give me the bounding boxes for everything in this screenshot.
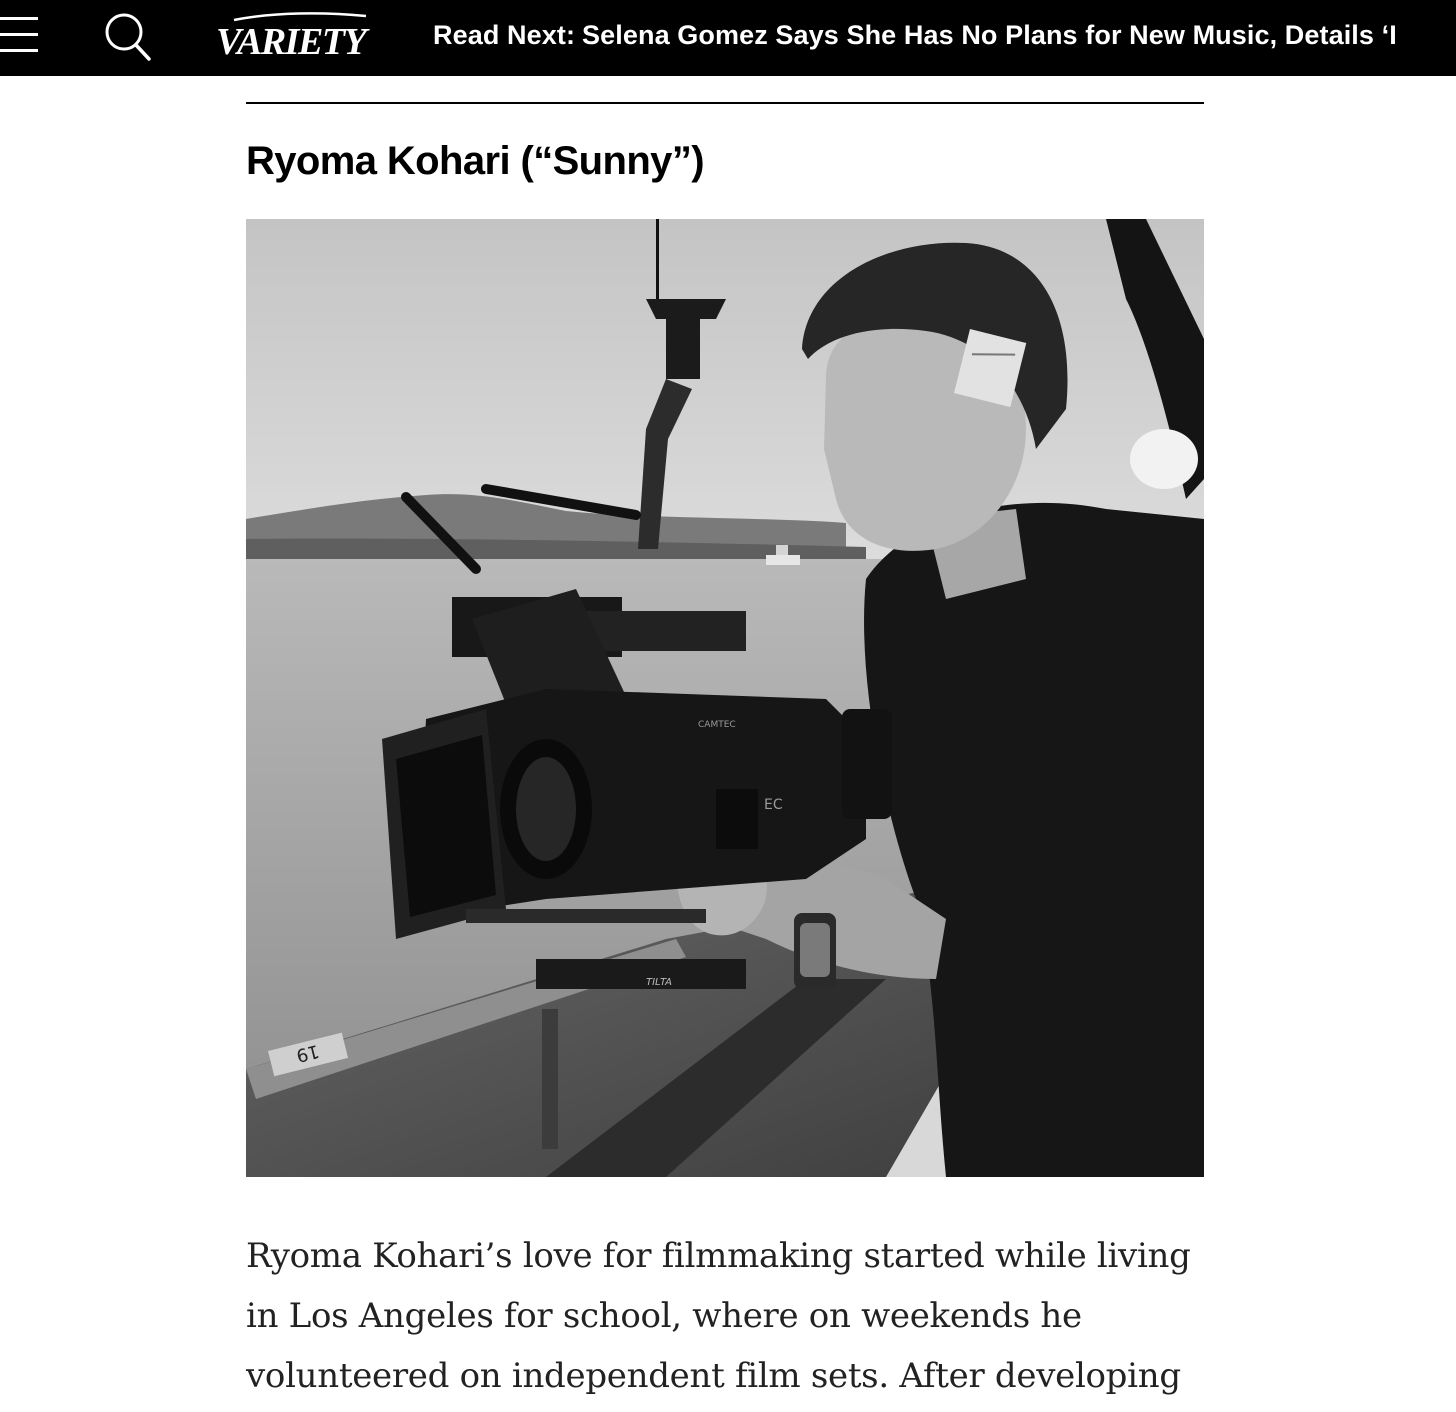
read-next-headline-link[interactable]: Selena Gomez Says She Has No Plans for N…: [582, 20, 1397, 50]
read-next-label: Read Next:: [433, 20, 576, 50]
photo-camera-marking: CAMTEC: [698, 720, 736, 730]
section-heading: Ryoma Kohari (“Sunny”): [246, 139, 705, 183]
photo-cameraman-on-boat: 19 TILTA CAMTEC EC: [246, 219, 1204, 1177]
read-next-banner: Read Next: Selena Gomez Says She Has No P…: [433, 18, 1397, 52]
logo-wordmark: VARIETY: [216, 21, 371, 63]
photo-rig-marking: TILTA: [646, 977, 672, 988]
article-photo[interactable]: 19 TILTA CAMTEC EC: [246, 219, 1204, 1177]
variety-logo[interactable]: VARIETY: [214, 8, 374, 64]
search-icon[interactable]: [102, 10, 154, 64]
photo-camera-label: EC: [764, 797, 783, 813]
article-body-paragraph: Ryoma Kohari’s love for filmmaking start…: [246, 1236, 1191, 1396]
hamburger-menu-icon[interactable]: [0, 14, 40, 56]
section-divider: [246, 102, 1204, 104]
top-navigation-bar: VARIETY Read Next: Selena Gomez Says She …: [0, 0, 1456, 76]
